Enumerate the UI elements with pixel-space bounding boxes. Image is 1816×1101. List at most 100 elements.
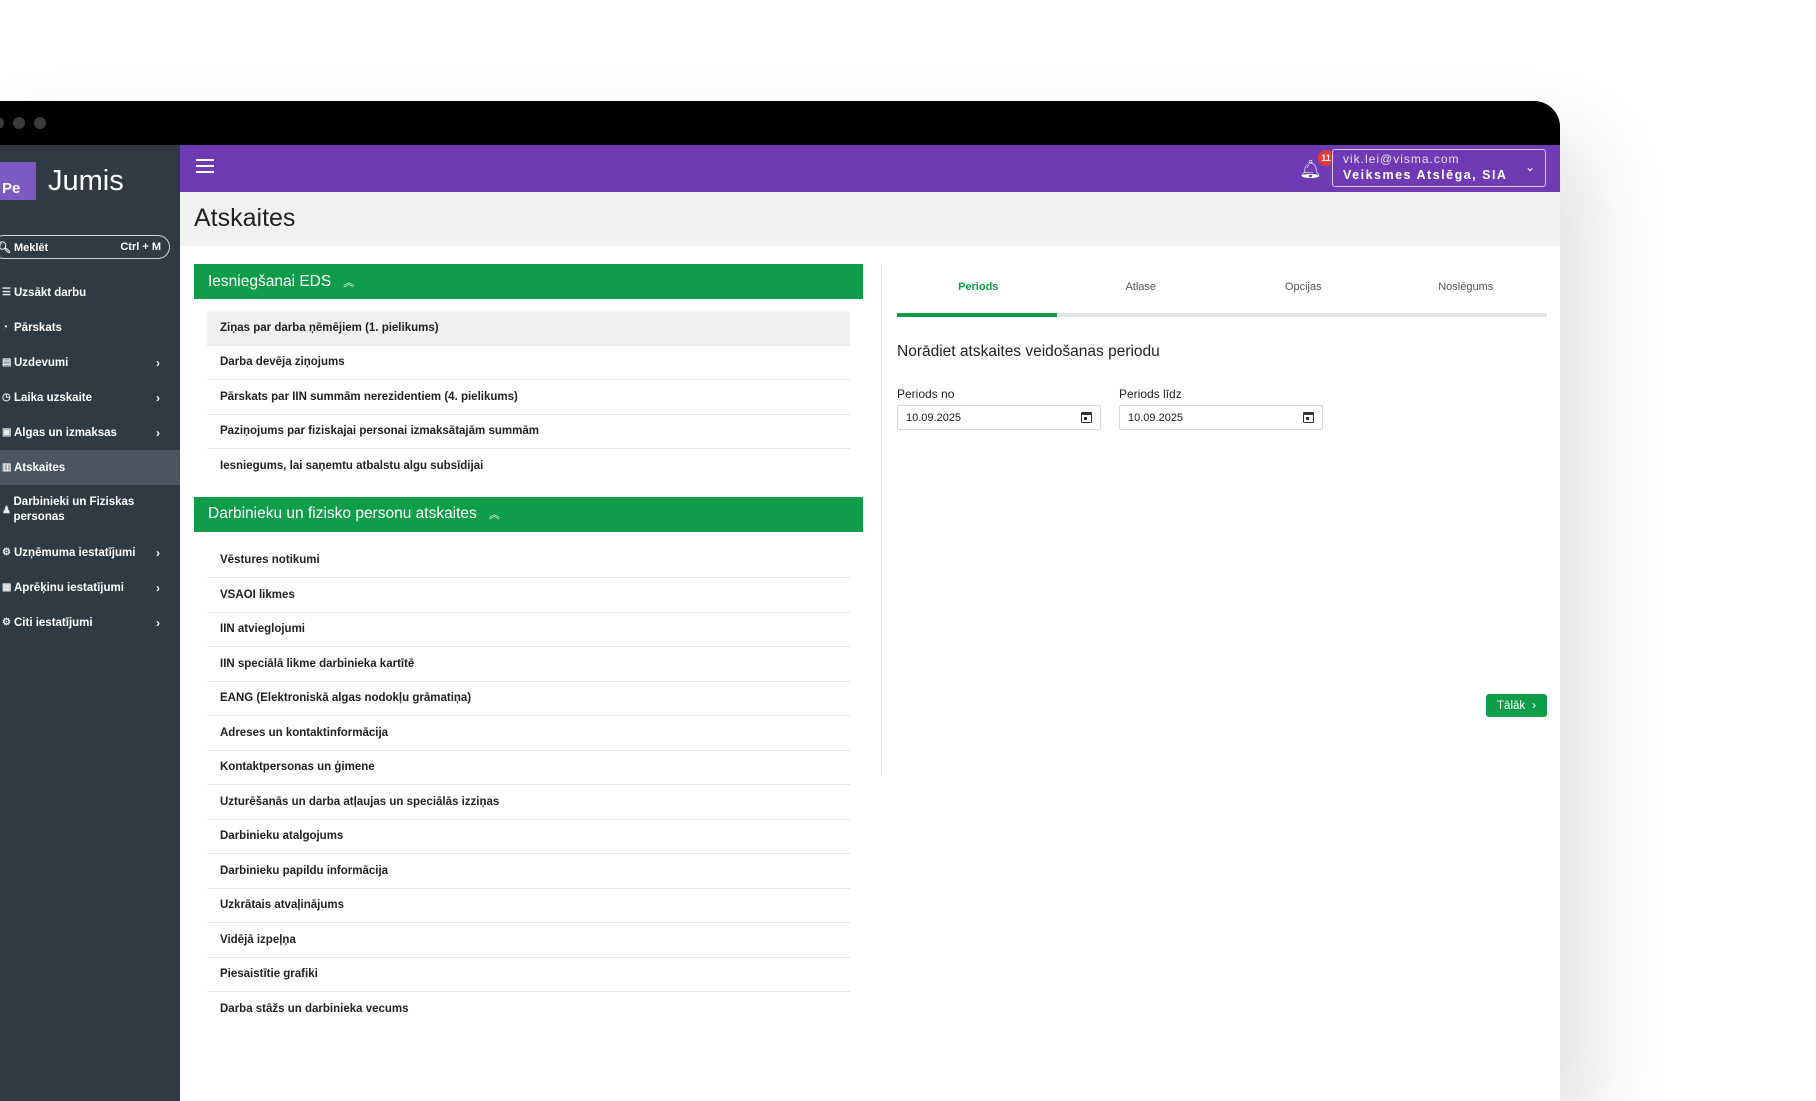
- panel-divider: [881, 264, 882, 776]
- sidebar-item-label: Citi iestatījumi: [14, 616, 93, 629]
- title-strip: Atskaites: [180, 192, 1560, 246]
- section-title: Iesniegšanai EDS: [208, 272, 332, 290]
- report-item[interactable]: EANG (Elektroniskā algas nodokļu grāmati…: [207, 682, 850, 716]
- period-to-value: 10.09.2025: [1128, 411, 1184, 424]
- account-selector[interactable]: vik.lei@visma.com Veiksmes Atslēga, SIA …: [1332, 149, 1546, 187]
- tab-2[interactable]: Opcijas: [1222, 264, 1385, 317]
- sidebar: Pe Jumis 🔍︎ Meklēt Ctrl + M ☰ Uzsākt darbu…: [0, 145, 180, 1101]
- report-item[interactable]: IIN atvieglojumi: [207, 613, 850, 647]
- menu-toggle-icon[interactable]: [196, 159, 214, 173]
- window-dot: [0, 117, 4, 129]
- sidebar-item-2[interactable]: ▤ Uzdevumi ›: [0, 345, 180, 380]
- sidebar-item-label: Uzņēmuma iestatījumi: [14, 546, 136, 559]
- section-title: Darbinieku un fizisko personu atskaites: [208, 505, 477, 522]
- report-item[interactable]: Iesniegums, lai saņemtu atbalstu algu su…: [207, 449, 850, 484]
- sidebar-item-3[interactable]: ◷ Laika uzskaite ›: [0, 380, 180, 415]
- chevron-right-icon: ›: [156, 580, 160, 595]
- sidebar-item-6[interactable]: ♟ Darbinieki un Fiziskas personas: [0, 485, 180, 535]
- chevron-right-icon: ›: [156, 355, 160, 370]
- wallet-icon: ▣: [2, 427, 12, 438]
- sidebar-item-label: Algas un izmaksas: [14, 426, 117, 439]
- period-from-input[interactable]: 10.09.2025: [897, 405, 1101, 430]
- sidebar-nav: ☰ Uzsākt darbu ◔ Pārskats ▤ Uzdevumi › ◷ Laika u…: [0, 275, 180, 640]
- tab-3[interactable]: Noslēgums: [1385, 264, 1548, 317]
- sidebar-item-7[interactable]: ⚙ Uzņēmuma iestatījumi ›: [0, 535, 180, 570]
- report-item[interactable]: Uzturēšanās un darba atļaujas un speciāl…: [207, 785, 850, 820]
- sidebar-item-label: Laika uzskaite: [14, 391, 92, 404]
- section-header[interactable]: Darbinieku un fizisko personu atskaites ︽: [194, 496, 863, 532]
- tab-0[interactable]: Periods: [897, 264, 1060, 317]
- period-to-field: Periods līdz 10.09.2025: [1119, 387, 1323, 430]
- report-item[interactable]: VSAOI likmes: [207, 578, 850, 613]
- chevron-right-icon: ›: [156, 425, 160, 440]
- people-icon: ♟: [2, 504, 11, 516]
- report-item[interactable]: Darbinieku papildu informācija: [207, 854, 850, 889]
- sidebar-item-1[interactable]: ◔ Pārskats: [0, 310, 180, 345]
- section-header[interactable]: Iesniegšanai EDS ︽: [194, 264, 863, 299]
- report-item[interactable]: Uzkrātais atvaļinājums: [207, 889, 850, 923]
- period-from-value: 10.09.2025: [906, 411, 962, 424]
- sidebar-item-8[interactable]: ▦ Aprēķinu iestatījumi ›: [0, 570, 180, 605]
- brand-name: Jumis: [48, 164, 124, 197]
- report-item[interactable]: Vidējā izpeļņa: [207, 923, 850, 958]
- report-item[interactable]: Ziņas par darba ņēmējiem (1. pielikums): [207, 311, 850, 346]
- period-to-input[interactable]: 10.09.2025: [1119, 405, 1323, 430]
- next-button[interactable]: Tālāk ›: [1486, 694, 1547, 717]
- search-icon: 🔍︎: [0, 241, 11, 254]
- tab-1[interactable]: Atlase: [1060, 264, 1223, 317]
- chevron-right-icon: ›: [156, 390, 160, 405]
- report-item[interactable]: Pārskats par IIN summām nerezidentiem (4…: [207, 380, 850, 415]
- wizard-tabs: Periods Atlase Opcijas Noslēgums: [897, 264, 1547, 317]
- period-to-label: Periods līdz: [1119, 387, 1182, 401]
- report-item[interactable]: IIN speciālā likme darbinieka kartītē: [207, 647, 850, 682]
- report-item[interactable]: Vēstures notikumi: [207, 544, 850, 578]
- report-list: Vēstures notikumi VSAOI likmes IIN atviegl…: [194, 532, 863, 1040]
- report-list-panel: Iesniegšanai EDS ︽ Ziņas par darba ņēmējie…: [194, 264, 863, 1101]
- gear-icon: ⚙: [2, 617, 11, 628]
- report-item[interactable]: Paziņojums par fiziskajai personai izmak…: [207, 415, 850, 449]
- chevron-right-icon: ›: [156, 615, 160, 630]
- sidebar-item-label: Atskaites: [14, 461, 66, 474]
- window-dot: [13, 117, 25, 129]
- report-item[interactable]: Darbinieku atalgojums: [207, 820, 850, 854]
- chevron-down-icon: ⌄: [1524, 160, 1535, 174]
- main-content: Atskaites Iesniegšanai EDS ︽ Ziņas par dar…: [180, 192, 1560, 1101]
- report-item[interactable]: Kontaktpersonas un ģimene: [207, 751, 850, 785]
- chevron-up-double-icon: ︽: [343, 276, 355, 289]
- report-item[interactable]: Adreses un kontaktinformācija: [207, 716, 850, 751]
- sidebar-item-0[interactable]: ☰ Uzsākt darbu: [0, 275, 180, 310]
- device-frame: Pe Jumis 🔍︎ Meklēt Ctrl + M ☰ Uzsākt darbu…: [0, 101, 1560, 1101]
- period-from-field: Periods no 10.09.2025: [897, 387, 1101, 430]
- report-item[interactable]: Darba devēja ziņojums: [207, 346, 850, 380]
- calendar-icon[interactable]: [1303, 412, 1314, 423]
- search-shortcut: Ctrl + M: [120, 241, 161, 253]
- top-bar: 🔔︎ 11 vik.lei@visma.com Veiksmes Atslēga…: [180, 145, 1560, 192]
- sidebar-item-label: Uzsākt darbu: [14, 286, 87, 299]
- report-item[interactable]: Darba stāžs un darbinieka vecums: [207, 992, 850, 1027]
- building-gear-icon: ⚙: [2, 547, 11, 558]
- app-screen: Pe Jumis 🔍︎ Meklēt Ctrl + M ☰ Uzsākt darbu…: [0, 145, 1560, 1101]
- report-wizard: Periods Atlase Opcijas Noslēgums Norādiet a…: [897, 264, 1547, 764]
- search-label: Meklēt: [13, 241, 49, 254]
- brand[interactable]: Pe Jumis: [0, 159, 124, 203]
- sidebar-item-4[interactable]: ▣ Algas un izmaksas ›: [0, 415, 180, 450]
- account-email: vik.lei@visma.com: [1343, 152, 1460, 166]
- period-heading: Norādiet atskaites veidošanas periodu: [897, 343, 1160, 360]
- page-title: Atskaites: [194, 204, 296, 232]
- sidebar-item-5[interactable]: ▥ Atskaites: [0, 450, 180, 485]
- window-dot: [34, 117, 46, 129]
- report-item[interactable]: Piesaistītie grafiki: [207, 958, 850, 992]
- sidebar-item-label: Pārskats: [14, 321, 62, 334]
- chevron-right-icon: ›: [1532, 699, 1536, 712]
- clipboard-icon: ▤: [2, 357, 12, 368]
- search-box[interactable]: 🔍︎ Meklēt Ctrl + M: [0, 235, 170, 259]
- sidebar-item-9[interactable]: ⚙ Citi iestatījumi ›: [0, 605, 180, 640]
- gauge-icon: ◔: [2, 322, 9, 333]
- sidebar-item-label: Darbinieki un Fiziskas personas: [13, 496, 135, 523]
- report-list: Ziņas par darba ņēmējiem (1. pielikums) D…: [194, 299, 863, 497]
- next-label: Tālāk: [1497, 699, 1526, 712]
- account-company: Veiksmes Atslēga, SIA: [1343, 168, 1508, 182]
- list-icon: ☰: [2, 287, 11, 298]
- calendar-icon[interactable]: [1081, 412, 1092, 423]
- progress-fill: [897, 313, 1057, 317]
